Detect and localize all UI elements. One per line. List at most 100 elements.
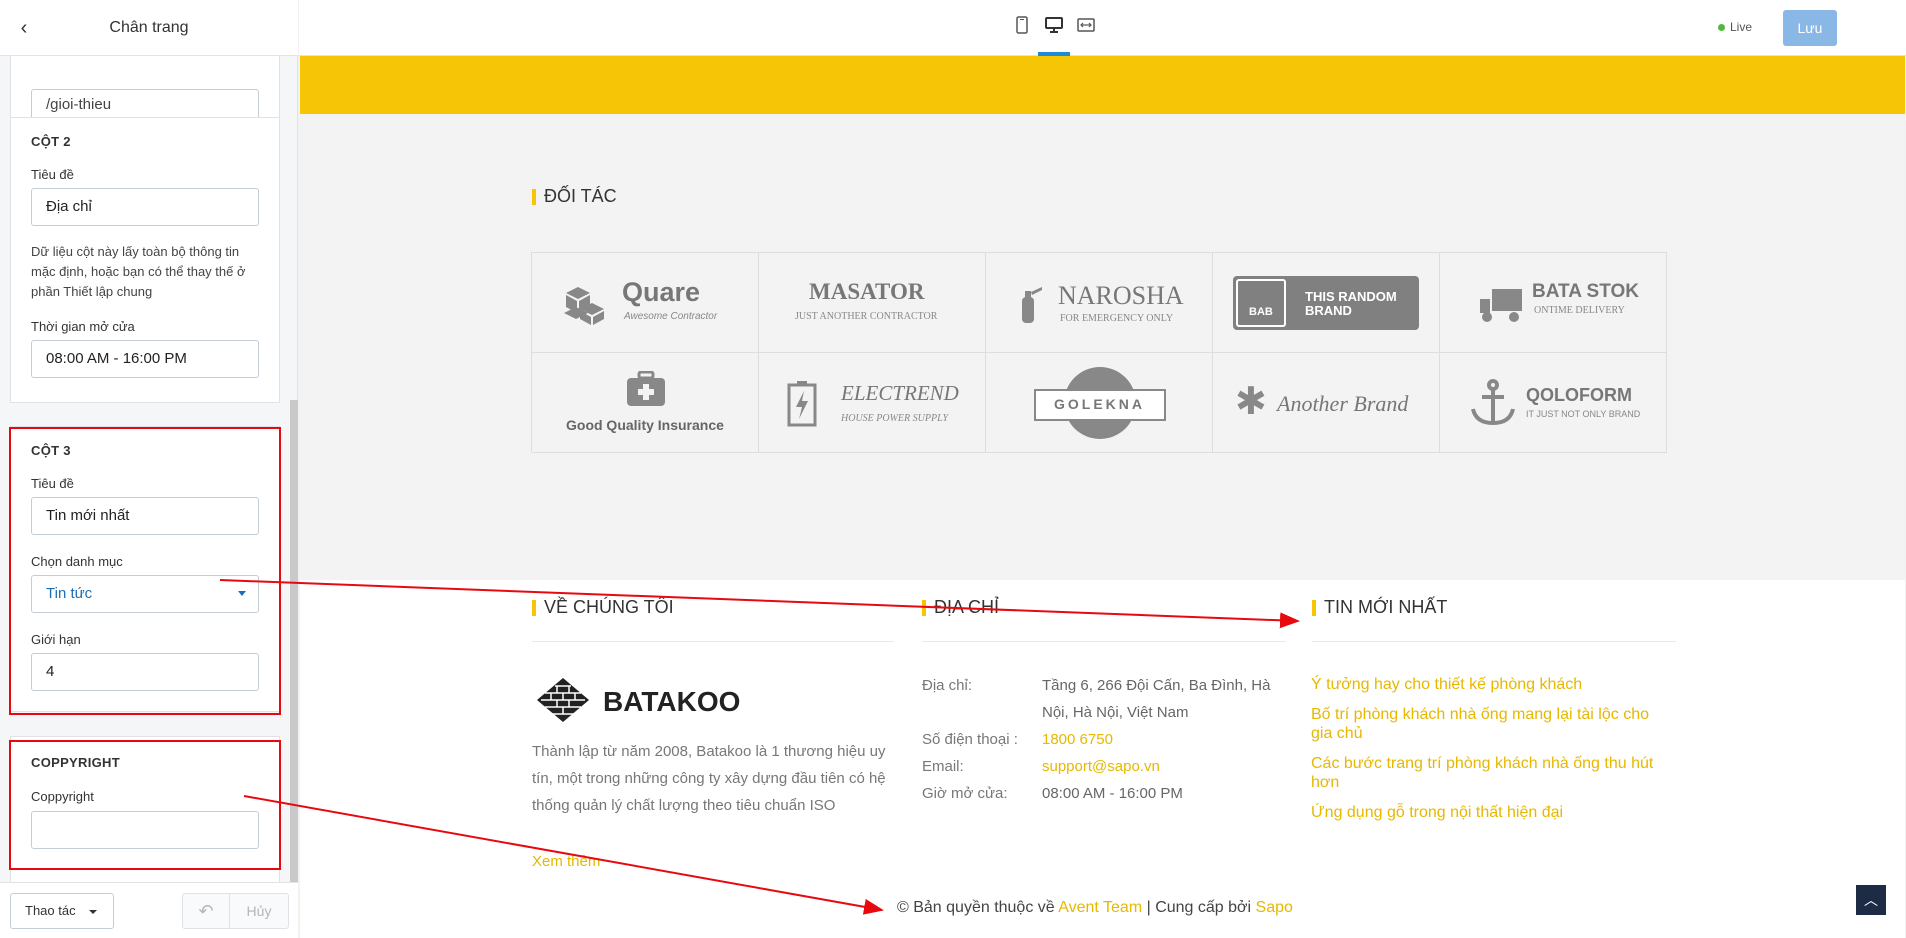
about-text: Thành lập từ năm 2008, Batakoo là 1 thươ…: [532, 743, 886, 814]
col2-title-input[interactable]: Địa chỉ: [31, 188, 259, 226]
hours-value: 08:00 AM - 16:00 PM: [1042, 785, 1183, 802]
partner-qoloform[interactable]: QOLOFORM IT JUST NOT ONLY BRAND: [1440, 353, 1667, 453]
truck-icon: [1480, 289, 1522, 322]
about-title: VỀ CHÚNG TÔI: [544, 597, 674, 617]
copyright-separator: | Cung cấp bởi: [1146, 899, 1252, 916]
news-item[interactable]: Bố trí phòng khách nhà ống mang lại tài …: [1311, 705, 1671, 743]
undo-icon: ↶: [198, 901, 214, 921]
col2-hours-label: Thời gian mở cửa: [31, 319, 135, 334]
highlight-col3: [9, 427, 281, 715]
caret-down-icon: [89, 910, 97, 914]
partner-name: BATA STOK: [1532, 281, 1639, 302]
actions-label: Thao tác: [25, 903, 76, 918]
desktop-view-icon[interactable]: [1043, 16, 1065, 40]
address-title: ĐỊA CHỈ: [934, 597, 1000, 617]
partner-good-quality-insurance[interactable]: Good Quality Insurance: [532, 353, 759, 453]
partner-sub: Awesome Contractor: [624, 311, 718, 322]
fire-extinguisher-icon: [1022, 287, 1042, 323]
partner-name: THIS RANDOM BRAND: [1305, 289, 1397, 318]
partner-name: Good Quality Insurance: [566, 417, 724, 433]
news-item[interactable]: Các bước trang trí phòng khách nhà ống t…: [1311, 754, 1671, 792]
phone-label: Số điện thoại :: [922, 731, 1018, 748]
chevron-up-icon: ︿: [1864, 892, 1878, 908]
yellow-banner: [300, 56, 1905, 114]
email-label: Email:: [922, 758, 964, 775]
sidebar-footer: Thao tác ↶ Hủy: [0, 882, 298, 938]
divider: [532, 641, 894, 642]
save-button[interactable]: Lưu: [1783, 10, 1837, 46]
partner-electrend[interactable]: ELECTREND HOUSE POWER SUPPLY: [759, 353, 986, 453]
news-item[interactable]: Ý tưởng hay cho thiết kế phòng khách: [1311, 675, 1671, 694]
read-more-link[interactable]: Xem thêm: [532, 848, 600, 875]
live-status-label: Live: [1730, 20, 1753, 34]
partner-sub: BAB: [1249, 306, 1273, 318]
mobile-view-icon[interactable]: [1011, 16, 1033, 40]
editor-topbar: Live Lưu: [299, 0, 1906, 56]
partner-name: NAROSHA: [1058, 281, 1184, 310]
copyright-prefix: © Bản quyền thuộc về: [897, 899, 1055, 916]
partner-masator[interactable]: MASATOR JUST ANOTHER CONTRACTOR: [759, 253, 986, 353]
partner-name: QOLOFORM: [1526, 385, 1632, 405]
partner-name: Quare: [622, 277, 701, 307]
first-aid-kit-icon: [627, 371, 665, 406]
address-label: Địa chỉ:: [922, 677, 973, 694]
partner-sub: JUST ANOTHER CONTRACTOR: [795, 311, 938, 322]
actions-dropdown-button[interactable]: Thao tác: [10, 893, 114, 929]
cubes-icon: [564, 287, 604, 325]
copyright-line: © Bản quyền thuộc về Avent Team | Cung c…: [897, 899, 1293, 917]
partner-name: GOLEKNA: [1054, 396, 1145, 412]
partner-name: ELECTREND: [841, 381, 959, 405]
back-to-top-button[interactable]: ︿: [1856, 885, 1886, 915]
news-item[interactable]: Ứng dụng gỗ trong nội thất hiện đại: [1311, 803, 1671, 822]
section-accent-bar: [1312, 600, 1316, 616]
undo-button[interactable]: ↶: [182, 893, 230, 929]
sidebar-header: Chân trang ‹: [0, 0, 298, 56]
news-title: TIN MỚI NHẤT: [1324, 597, 1448, 617]
col2-title-label: Tiêu đề: [31, 167, 74, 182]
batakoo-brand-name: BATAKOO: [603, 686, 741, 717]
batakoo-logo-icon: [537, 678, 589, 722]
battery-icon: [787, 381, 817, 427]
partner-sub: HOUSE POWER SUPPLY: [841, 413, 949, 424]
partners-grid: Quare Awesome Contractor MASATOR JUST AN…: [531, 252, 1667, 453]
sidebar-title: Chân trang: [109, 19, 189, 36]
highlight-copyright: [9, 740, 281, 870]
hours-label: Giờ mở cửa:: [922, 785, 1008, 802]
partner-name: Another Brand: [1277, 391, 1409, 416]
back-arrow-icon[interactable]: ‹: [12, 16, 36, 40]
partner-another-brand[interactable]: ✱ Another Brand: [1213, 353, 1440, 453]
partner-name: MASATOR: [809, 279, 925, 304]
brand-badge: BAB THIS RANDOM BRAND: [1233, 276, 1419, 330]
sidebar-scrollbar[interactable]: [290, 400, 298, 882]
fullwidth-view-icon[interactable]: [1075, 16, 1097, 40]
col2-heading: CỘT 2: [31, 134, 71, 149]
copyright-owner-link[interactable]: Avent Team: [1058, 899, 1142, 916]
partners-title: ĐỐI TÁC: [544, 186, 617, 206]
anchor-icon: [1471, 379, 1515, 426]
bab-box: [1236, 279, 1286, 327]
partner-quare[interactable]: Quare Awesome Contractor: [532, 253, 759, 353]
partner-sub: FOR EMERGENCY ONLY: [1060, 313, 1174, 324]
divider: [922, 641, 1286, 642]
col2-card: CỘT 2 Tiêu đề Địa chỉ Dữ liệu cột này lấ…: [10, 117, 280, 403]
col2-help-text: Dữ liệu cột này lấy toàn bộ thông tin mặ…: [31, 244, 246, 299]
partner-random-brand[interactable]: BAB THIS RANDOM BRAND: [1213, 253, 1440, 353]
section-accent-bar: [532, 189, 536, 205]
section-accent-bar: [532, 600, 536, 616]
email-value[interactable]: support@sapo.vn: [1042, 753, 1160, 780]
address-value: Tầng 6, 266 Đội Cấn, Ba Đình, Hà Nội, Hà…: [1042, 677, 1271, 721]
copyright-provider-link[interactable]: Sapo: [1256, 899, 1293, 916]
phone-value[interactable]: 1800 6750: [1042, 726, 1113, 753]
asterisk-icon: ✱: [1235, 381, 1267, 423]
site-preview: ĐỐI TÁC Quare Awesome Contractor MASATOR…: [299, 56, 1906, 938]
partner-bata-stok[interactable]: BATA STOK ONTIME DELIVERY: [1440, 253, 1667, 353]
partner-sub: ONTIME DELIVERY: [1534, 305, 1625, 316]
partner-narosha[interactable]: NAROSHA FOR EMERGENCY ONLY: [986, 253, 1213, 353]
live-status-dot: [1718, 24, 1725, 31]
partner-sub: IT JUST NOT ONLY BRAND: [1526, 409, 1641, 419]
section-accent-bar: [922, 600, 926, 616]
divider: [1312, 641, 1676, 642]
cancel-button[interactable]: Hủy: [229, 893, 289, 929]
partner-golekna[interactable]: GOLEKNA: [986, 353, 1213, 453]
col2-hours-input[interactable]: 08:00 AM - 16:00 PM: [31, 340, 259, 378]
